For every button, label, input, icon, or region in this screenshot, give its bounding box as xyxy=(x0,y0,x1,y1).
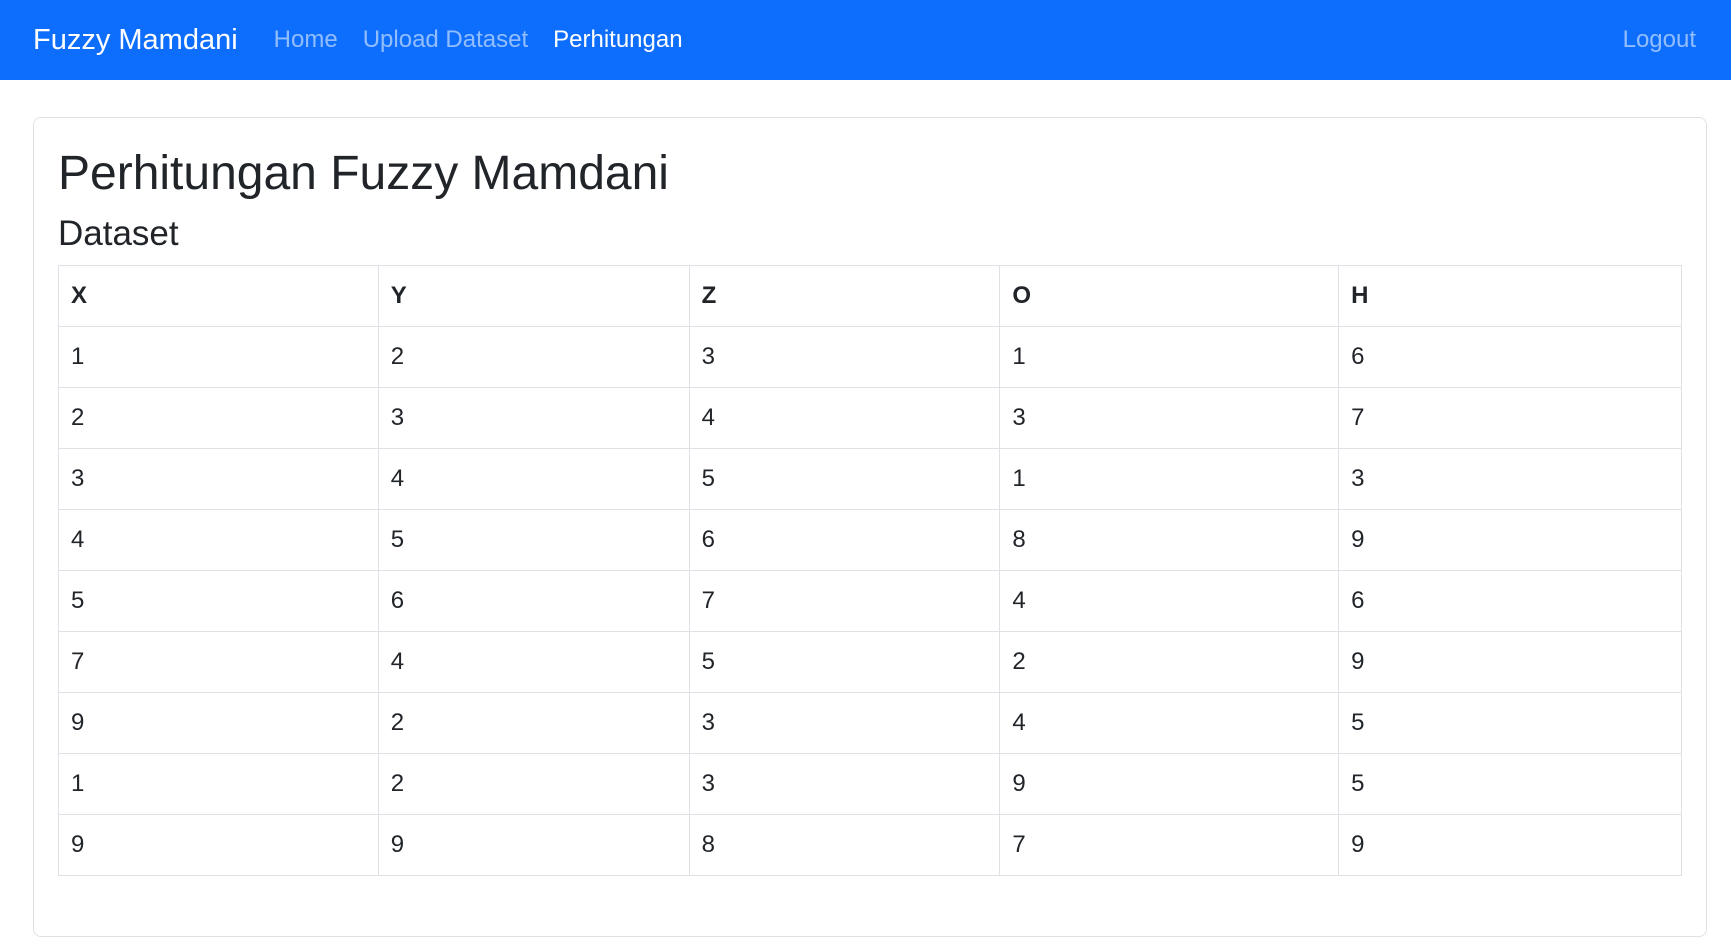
table-cell: 3 xyxy=(688,691,1001,754)
table-cell: 3 xyxy=(688,325,1001,388)
table-cell: 9 xyxy=(1338,508,1682,571)
table-cell: 5 xyxy=(377,508,690,571)
table-body: 1231623437345134568956746745299234512395… xyxy=(58,325,1682,876)
table-cell: 4 xyxy=(377,447,690,510)
table-cell: 4 xyxy=(688,386,1001,449)
table-cell: 4 xyxy=(377,630,690,693)
table-cell: 2 xyxy=(58,386,379,449)
table-cell: 1 xyxy=(58,752,379,815)
table-cell: 5 xyxy=(58,569,379,632)
table-cell: 3 xyxy=(58,447,379,510)
dataset-table: X Y Z O H 123162343734513456895674674529… xyxy=(58,264,1682,876)
table-cell: 9 xyxy=(999,752,1340,815)
table-cell: 3 xyxy=(377,386,690,449)
brand-link[interactable]: Fuzzy Mamdani xyxy=(33,24,238,57)
table-cell: 3 xyxy=(1338,447,1682,510)
table-cell: 6 xyxy=(1338,569,1682,632)
table-cell: 9 xyxy=(377,813,690,876)
table-cell: 1 xyxy=(999,447,1340,510)
table-row: 34513 xyxy=(58,447,1682,510)
table-header-row: X Y Z O H xyxy=(58,264,1682,327)
nav-right: Logout xyxy=(1623,26,1698,54)
column-header-h: H xyxy=(1338,264,1682,327)
table-row: 74529 xyxy=(58,630,1682,693)
table-row: 12395 xyxy=(58,752,1682,815)
card-body: Perhitungan Fuzzy Mamdani Dataset X Y Z … xyxy=(58,147,1682,876)
table-cell: 2 xyxy=(377,752,690,815)
table-cell: 9 xyxy=(58,813,379,876)
table-row: 92345 xyxy=(58,691,1682,754)
nav-links: Home Upload Dataset Perhitungan xyxy=(274,26,708,54)
table-cell: 7 xyxy=(688,569,1001,632)
table-cell: 4 xyxy=(58,508,379,571)
table-cell: 5 xyxy=(1338,752,1682,815)
table-cell: 4 xyxy=(999,691,1340,754)
nav-link-upload-dataset[interactable]: Upload Dataset xyxy=(363,26,528,54)
table-cell: 3 xyxy=(688,752,1001,815)
nav-link-home[interactable]: Home xyxy=(274,26,338,54)
table-cell: 2 xyxy=(999,630,1340,693)
table-cell: 5 xyxy=(688,630,1001,693)
column-header-o: O xyxy=(999,264,1340,327)
table-row: 23437 xyxy=(58,386,1682,449)
table-cell: 1 xyxy=(999,325,1340,388)
table-cell: 7 xyxy=(1338,386,1682,449)
navbar: Fuzzy Mamdani Home Upload Dataset Perhit… xyxy=(0,0,1731,80)
table-cell: 8 xyxy=(999,508,1340,571)
table-cell: 3 xyxy=(999,386,1340,449)
section-title-dataset: Dataset xyxy=(58,213,179,253)
table-cell: 9 xyxy=(1338,630,1682,693)
table-row: 56746 xyxy=(58,569,1682,632)
table-row: 12316 xyxy=(58,325,1682,388)
table-cell: 5 xyxy=(688,447,1001,510)
table-cell: 8 xyxy=(688,813,1001,876)
table-cell: 1 xyxy=(58,325,379,388)
table-cell: 2 xyxy=(377,325,690,388)
table-cell: 7 xyxy=(999,813,1340,876)
logout-link[interactable]: Logout xyxy=(1623,26,1696,53)
page-title: Perhitungan Fuzzy Mamdani xyxy=(58,147,669,200)
table-cell: 5 xyxy=(1338,691,1682,754)
table-cell: 9 xyxy=(58,691,379,754)
table-row: 99879 xyxy=(58,813,1682,876)
table-cell: 6 xyxy=(377,569,690,632)
table-cell: 6 xyxy=(688,508,1001,571)
column-header-x: X xyxy=(58,264,379,327)
column-header-z: Z xyxy=(688,264,1001,327)
table-row: 45689 xyxy=(58,508,1682,571)
table-cell: 2 xyxy=(377,691,690,754)
nav-link-perhitungan[interactable]: Perhitungan xyxy=(553,26,682,54)
column-header-y: Y xyxy=(377,264,690,327)
table-cell: 6 xyxy=(1338,325,1682,388)
content-card: Perhitungan Fuzzy Mamdani Dataset X Y Z … xyxy=(33,117,1707,937)
table-cell: 7 xyxy=(58,630,379,693)
table-cell: 4 xyxy=(999,569,1340,632)
table-cell: 9 xyxy=(1338,813,1682,876)
